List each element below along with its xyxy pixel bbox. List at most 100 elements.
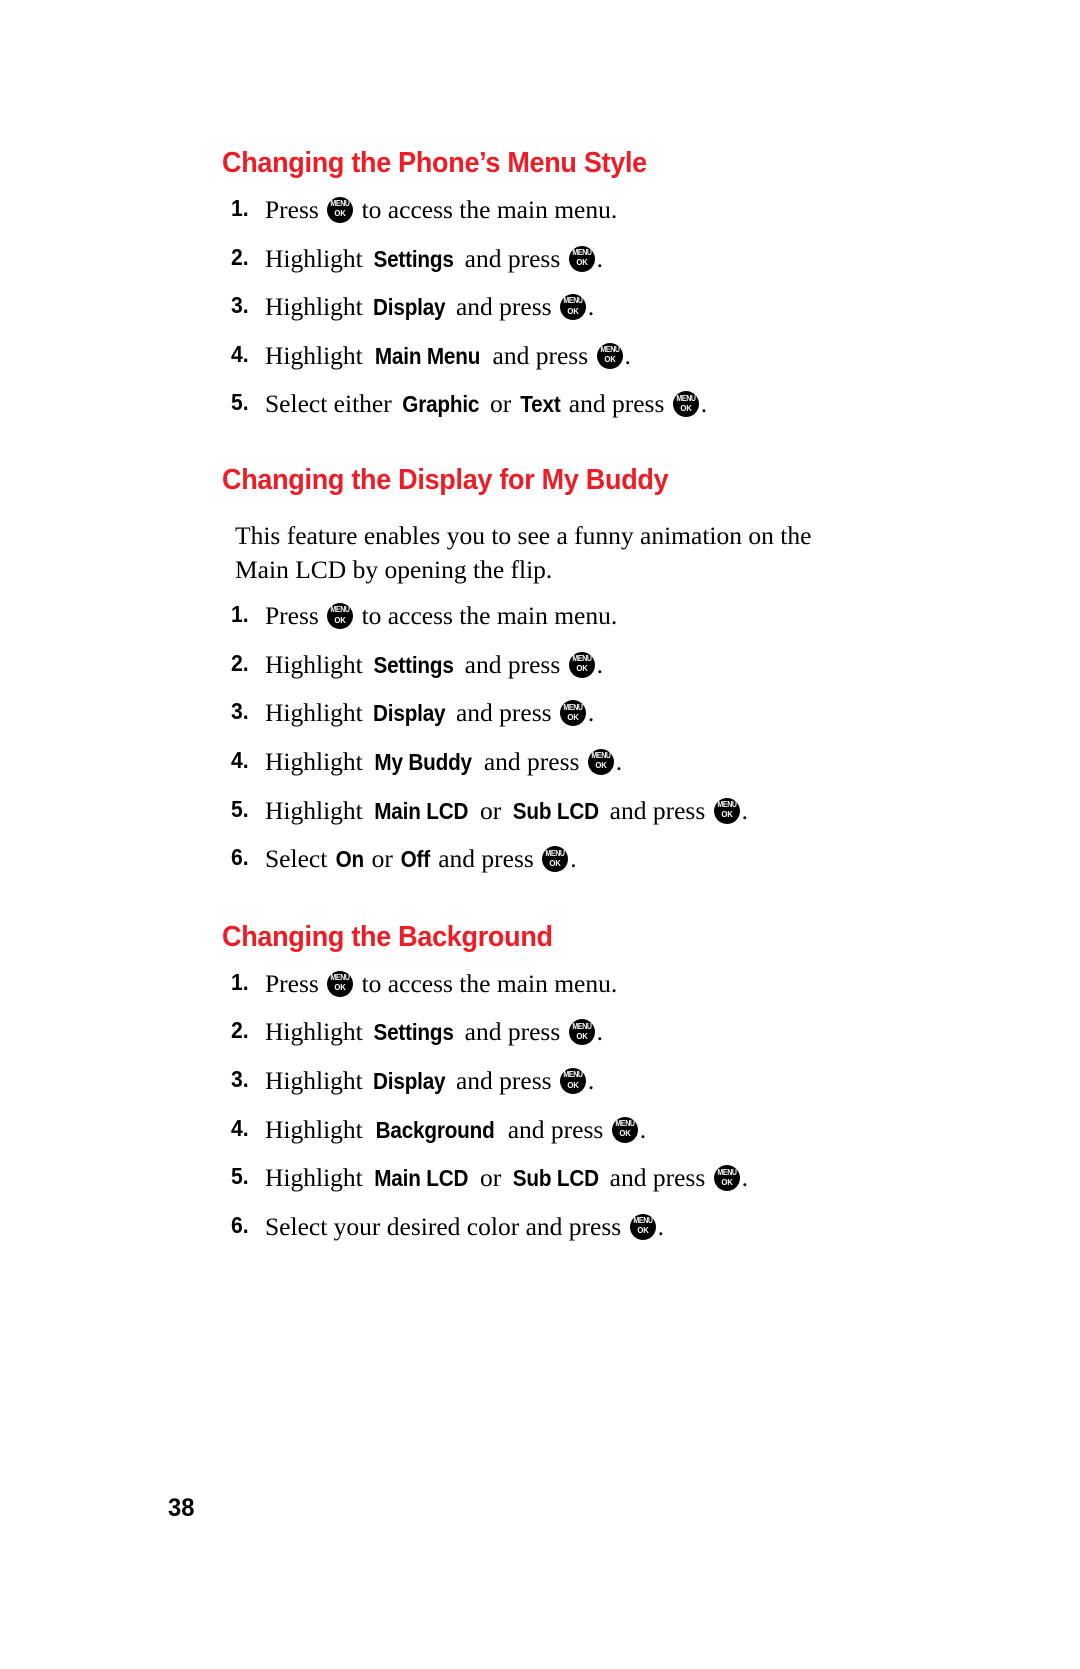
menu-key-bottom-label: OK xyxy=(576,256,588,267)
step-text: Select your desired color and press xyxy=(265,1211,628,1241)
menu-ok-key-icon: MENU OK xyxy=(568,245,595,272)
menu-key-top-label: MENU xyxy=(615,1118,635,1128)
menu-ok-key-icon: MENU OK xyxy=(327,196,354,223)
step-text: and press xyxy=(431,844,541,874)
menu-option-name: Off xyxy=(400,846,431,873)
step-text: to access the main menu. xyxy=(355,194,618,224)
step-text: and press xyxy=(603,1163,712,1193)
menu-key-bottom-label: OK xyxy=(567,305,579,316)
step-number: 1. xyxy=(231,194,249,221)
menu-key-bottom-label: OK xyxy=(595,760,607,771)
step-text: or xyxy=(473,795,508,825)
step-text: Highlight xyxy=(265,243,370,273)
menu-key-bottom-label: OK xyxy=(334,208,346,219)
step-text: . xyxy=(570,844,577,874)
menu-option-name: Background xyxy=(375,1116,495,1143)
step-text: . xyxy=(587,1066,595,1096)
menu-key-top-label: MENU xyxy=(716,1167,737,1177)
section-1: Changing the Phone’s Menu Style 1. Press M… xyxy=(222,147,862,421)
menu-key-bottom-label: OK xyxy=(567,1079,579,1090)
menu-key-bottom-label: OK xyxy=(721,809,733,820)
step-number: 2. xyxy=(231,649,249,676)
menu-option-name: Display xyxy=(373,294,446,321)
step-text: Highlight xyxy=(265,649,370,679)
step-text: and press xyxy=(449,292,558,322)
step-text: Highlight xyxy=(265,1066,370,1096)
menu-option-name: Settings xyxy=(373,1019,454,1046)
step-item: 6. Select your desired color and press ME… xyxy=(222,1211,862,1244)
step-text: and press xyxy=(603,795,712,825)
menu-key-top-label: MENU xyxy=(563,702,583,712)
step-number: 4. xyxy=(231,340,249,367)
step-text: and press xyxy=(449,1066,558,1096)
step-text: Press xyxy=(265,968,326,998)
step-number: 3. xyxy=(231,698,249,725)
menu-option-name: Settings xyxy=(373,651,454,678)
menu-ok-key-icon: MENU OK xyxy=(713,797,740,824)
step-text: and press xyxy=(477,747,586,777)
menu-key-top-label: MENU xyxy=(563,296,583,306)
menu-option-name: Display xyxy=(373,700,446,727)
menu-option-name: My Buddy xyxy=(374,749,473,776)
menu-key-bottom-label: OK xyxy=(567,711,579,722)
menu-key-bottom-label: OK xyxy=(576,1030,588,1041)
step-text: . xyxy=(587,698,595,728)
menu-option-name: Graphic xyxy=(402,391,480,418)
step-number: 6. xyxy=(231,1211,249,1238)
step-item: 4. Highlight Main Menu and press MENU OK. xyxy=(222,340,862,373)
step-text: and press xyxy=(449,698,558,728)
step-number: 5. xyxy=(231,389,249,416)
menu-option-name: Main LCD xyxy=(374,1165,469,1192)
step-list: 1. Press MENU OK to access the main menu. 2… xyxy=(222,968,862,1244)
step-text: and press xyxy=(458,649,567,679)
step-text: . xyxy=(741,1163,749,1193)
menu-ok-key-icon: MENU OK xyxy=(672,391,699,418)
menu-ok-key-icon: MENU OK xyxy=(559,294,586,321)
step-text: . xyxy=(587,292,595,322)
section-heading: Changing the Phone’s Menu Style xyxy=(222,147,647,179)
step-item: 3. Highlight Display and press MENU OK. xyxy=(222,291,862,324)
step-text: Highlight xyxy=(265,292,370,322)
menu-ok-key-icon: MENU OK xyxy=(713,1165,740,1192)
step-text: or xyxy=(365,844,400,874)
step-text: or xyxy=(473,1163,508,1193)
step-item: 5. Highlight Main LCD or Sub LCD and pres… xyxy=(222,795,862,828)
step-item: 2. Highlight Settings and press MENU OK. xyxy=(222,1016,862,1049)
step-text: . xyxy=(596,649,604,679)
step-number: 3. xyxy=(231,292,249,319)
menu-ok-key-icon: MENU OK xyxy=(611,1116,638,1143)
step-number: 2. xyxy=(231,243,249,270)
section-heading: Changing the Background xyxy=(222,920,553,953)
step-text: and press xyxy=(458,1017,567,1047)
menu-option-name: Sub LCD xyxy=(512,797,599,824)
step-text: and press xyxy=(458,243,567,273)
menu-key-bottom-label: OK xyxy=(576,663,588,674)
menu-option-name: On xyxy=(335,846,364,873)
step-text: and press xyxy=(501,1114,610,1144)
step-item: 3. Highlight Display and press MENU OK. xyxy=(222,1065,862,1098)
menu-key-top-label: MENU xyxy=(330,973,351,983)
step-number: 6. xyxy=(231,844,249,871)
page-content: Changing the Phone’s Menu Style 1. Press M… xyxy=(222,147,862,1244)
menu-key-bottom-label: OK xyxy=(334,614,346,625)
step-text: Select either xyxy=(265,389,399,419)
section-2: Changing the Display for My Buddy This fe… xyxy=(222,464,862,876)
menu-option-name: Text xyxy=(519,391,561,418)
step-text: . xyxy=(596,1017,604,1047)
menu-ok-key-icon: MENU OK xyxy=(568,651,595,678)
step-text: Highlight xyxy=(265,1163,370,1193)
menu-ok-key-icon: MENU OK xyxy=(327,970,354,997)
step-text: . xyxy=(615,747,623,777)
step-item: 3. Highlight Display and press MENU OK. xyxy=(222,697,862,730)
page-number: 38 xyxy=(168,1494,195,1522)
step-text: Highlight xyxy=(265,747,370,777)
step-item: 4. Highlight Background and press MENU OK. xyxy=(222,1114,862,1147)
menu-option-name: Sub LCD xyxy=(512,1165,599,1192)
menu-ok-key-icon: MENU OK xyxy=(559,700,586,727)
step-text: and press xyxy=(486,340,595,370)
step-text: Highlight xyxy=(265,340,370,370)
step-text: Select xyxy=(265,844,334,874)
step-item: 2. Highlight Settings and press MENU OK. xyxy=(222,649,862,682)
menu-key-top-label: MENU xyxy=(676,393,696,403)
menu-key-bottom-label: OK xyxy=(334,982,346,993)
